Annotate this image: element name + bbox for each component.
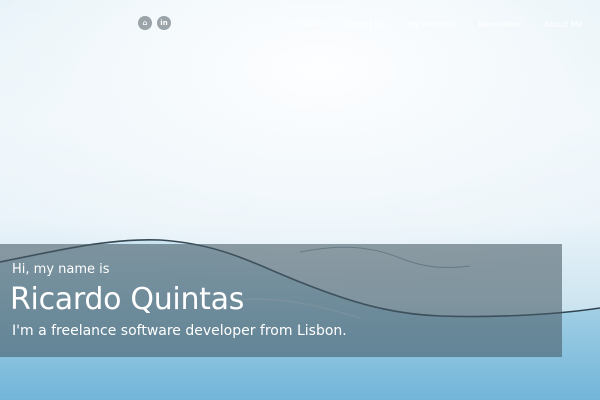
linkedin-icon[interactable]: in (157, 16, 171, 30)
nav-item-newsletter[interactable]: Newsletter (478, 20, 521, 30)
intro-tagline: I'm a freelance software developer from … (12, 323, 347, 339)
intro-panel: Hi, my name is Ricardo Quintas I'm a fre… (0, 244, 562, 357)
intro-greeting: Hi, my name is (12, 262, 110, 277)
nav-item-my-portfolio[interactable]: My Portfolio (408, 20, 455, 30)
main-navigation: Home What I Do My Portfolio Newsletter A… (299, 20, 600, 30)
hero-section: ⌂ in Home What I Do My Portfolio Newslet… (0, 0, 600, 400)
nav-item-about-me[interactable]: About Me (545, 20, 583, 30)
nav-item-what-i-do[interactable]: What I Do (346, 20, 386, 30)
github-icon[interactable]: ⌂ (138, 16, 152, 30)
social-links: ⌂ in (138, 16, 171, 30)
intro-name-heading: Ricardo Quintas (10, 282, 245, 317)
nav-item-home[interactable]: Home (299, 20, 323, 30)
